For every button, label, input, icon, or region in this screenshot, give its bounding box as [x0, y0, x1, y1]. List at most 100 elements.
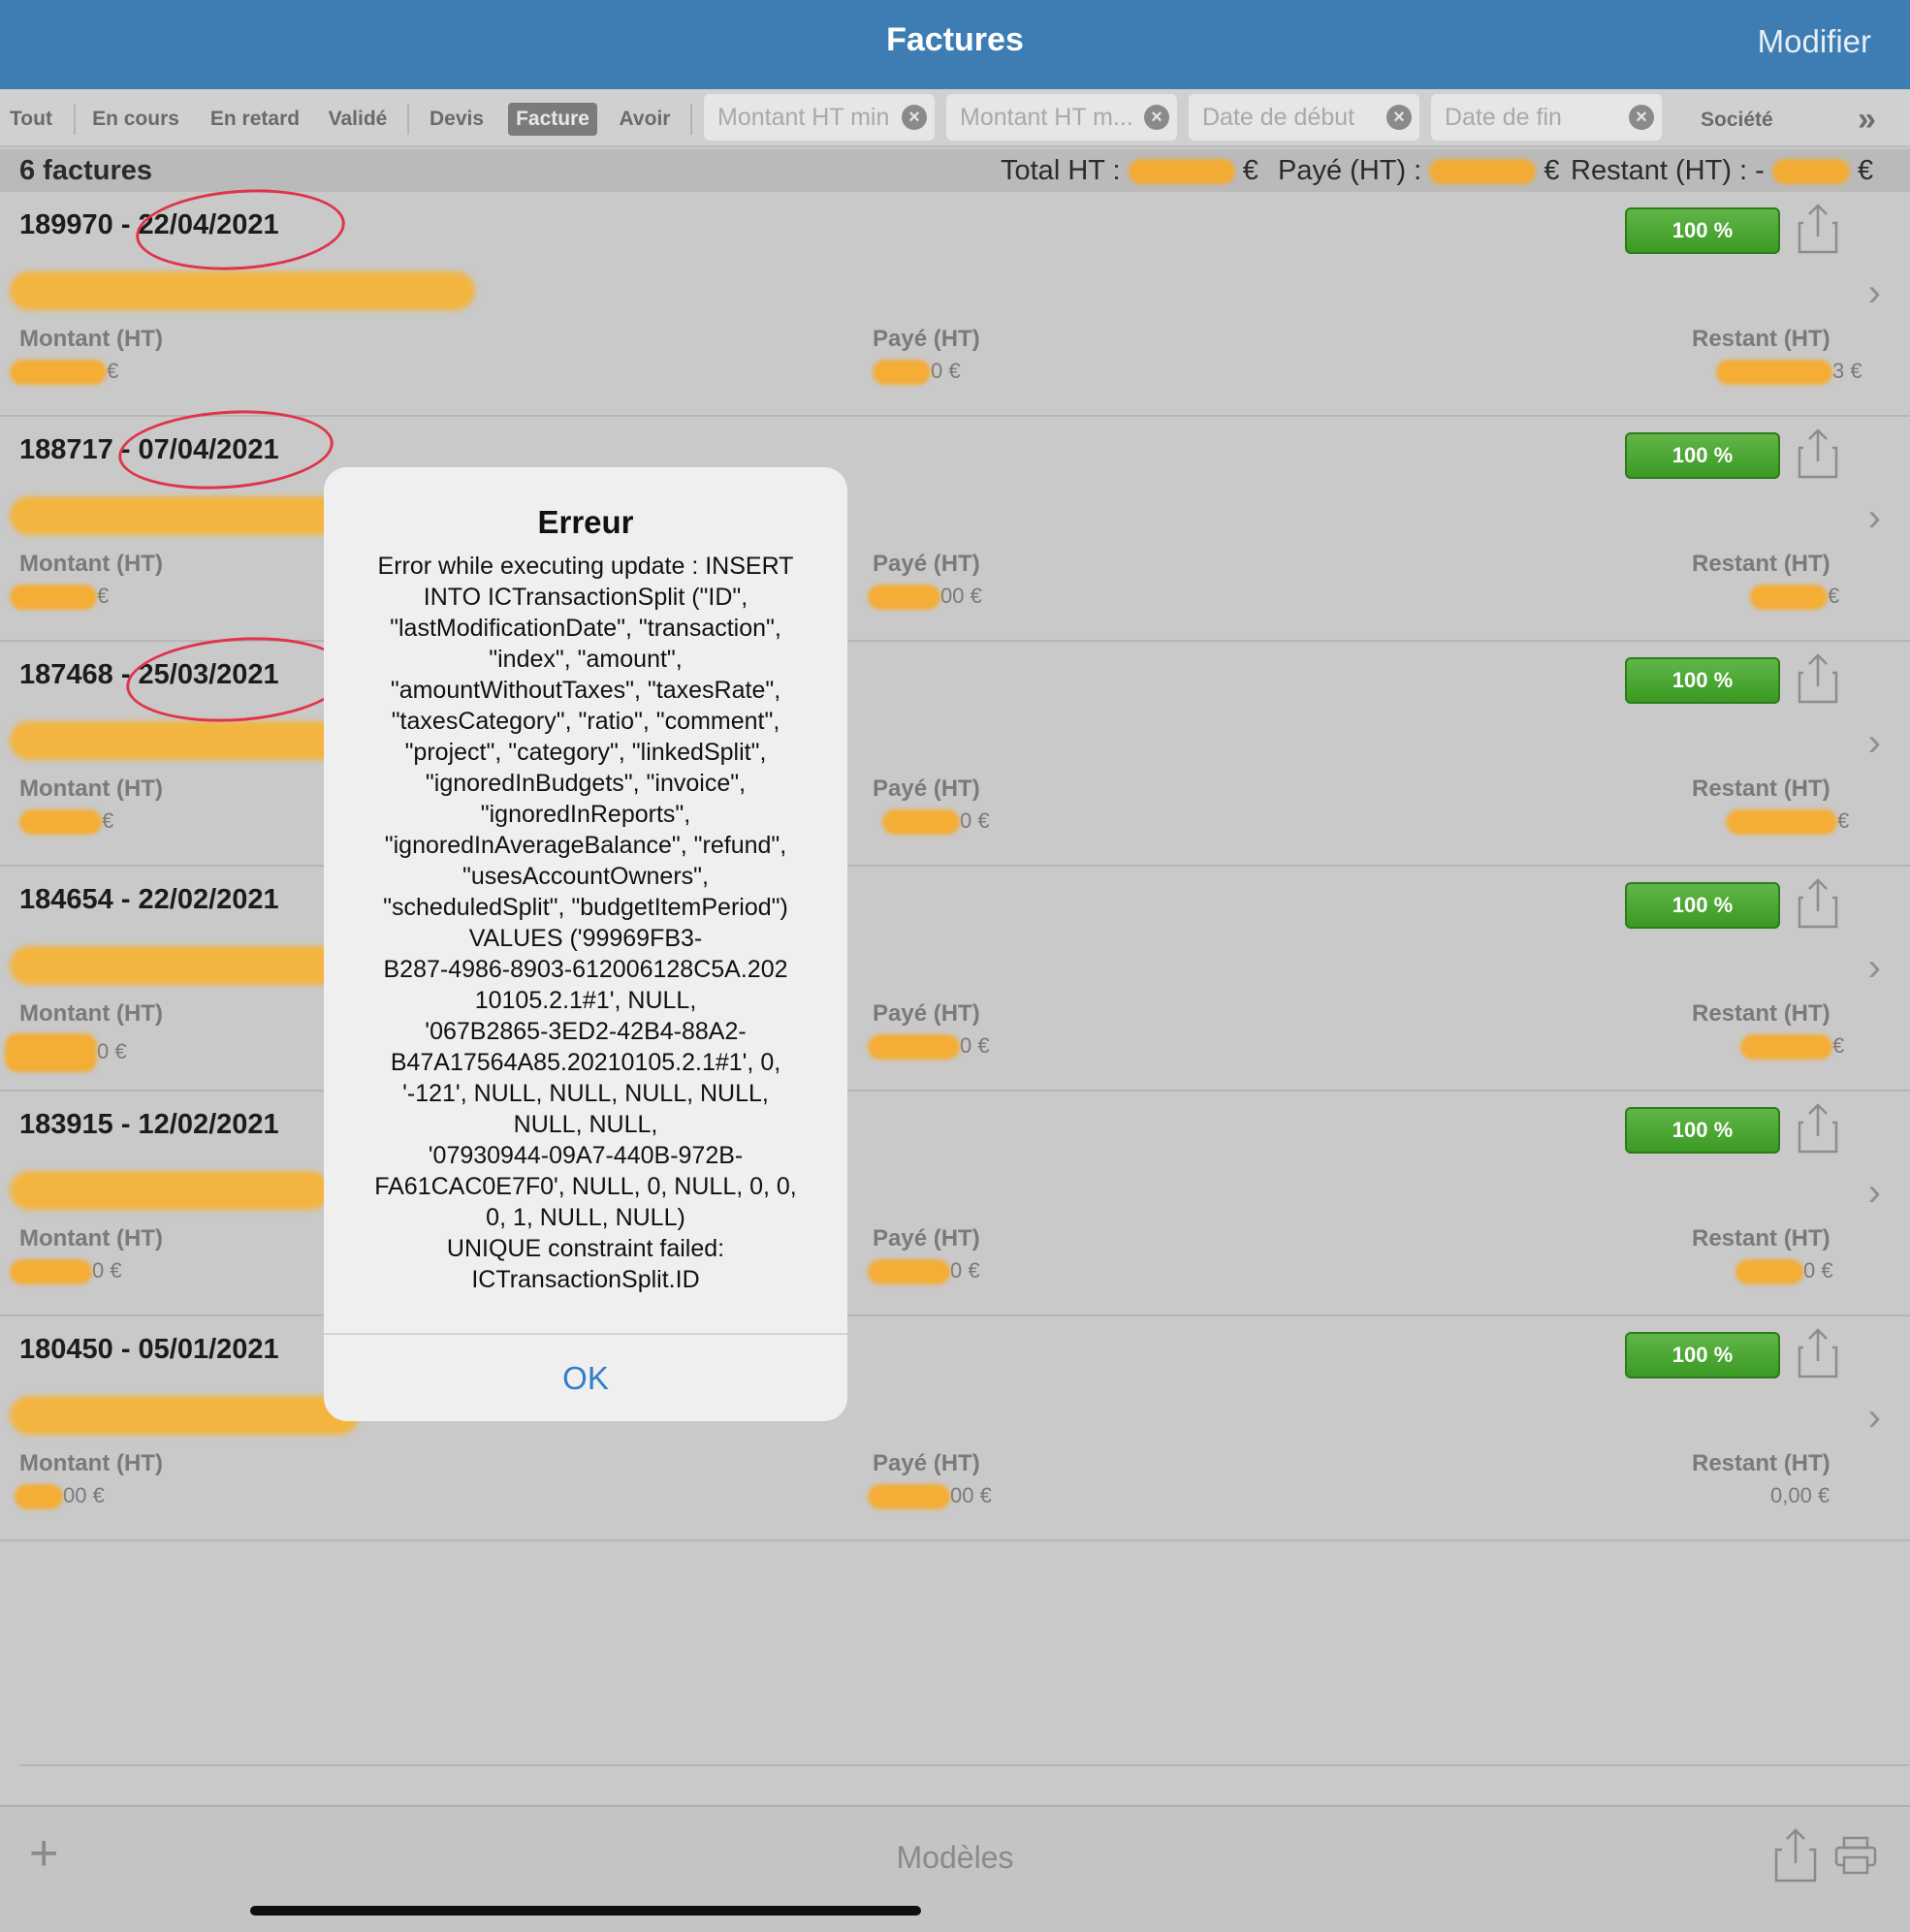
client-redaction: [10, 1171, 330, 1210]
paid-label: Payé (HT) :: [1278, 155, 1422, 186]
paid-value: 0 €: [950, 1258, 980, 1283]
redaction: [1726, 809, 1837, 836]
clear-icon[interactable]: ×: [902, 105, 927, 130]
filter-tab-invoice[interactable]: Facture: [508, 103, 597, 136]
divider: [690, 104, 692, 135]
home-indicator: [250, 1906, 921, 1916]
company-filter-button[interactable]: Société: [1701, 109, 1773, 132]
min-amount-field[interactable]: Montant HT min ×: [704, 94, 935, 141]
remaining-value: 3 €: [1832, 359, 1862, 383]
filter-tab-late[interactable]: En retard: [206, 103, 304, 136]
chevron-right-icon[interactable]: ›: [1868, 946, 1881, 990]
amount-label: Montant (HT): [19, 1225, 163, 1251]
redaction: [1750, 585, 1828, 611]
share-icon[interactable]: [1798, 1103, 1838, 1154]
redaction: [1128, 159, 1235, 185]
max-amount-field[interactable]: Montant HT m... ×: [946, 94, 1177, 141]
paid-value: 0 €: [931, 359, 961, 383]
share-icon[interactable]: [1798, 428, 1838, 479]
amount-label: Montant (HT): [19, 1450, 163, 1476]
divider: [19, 1764, 1910, 1766]
paid-value: 0 €: [960, 1033, 990, 1058]
filter-tab-validated[interactable]: Validé: [324, 103, 392, 136]
status-badge: 100 %: [1625, 882, 1780, 929]
print-icon[interactable]: [1834, 1836, 1877, 1875]
invoice-row[interactable]: 183915 - 12/02/2021 100 % › Montant (HT)…: [0, 1092, 1910, 1316]
chevron-right-icon[interactable]: ›: [1868, 271, 1881, 315]
filter-tab-in-progress[interactable]: En cours: [89, 103, 182, 136]
double-chevron-right-icon[interactable]: »: [1858, 101, 1876, 139]
start-date-field[interactable]: Date de début ×: [1189, 94, 1419, 141]
remaining-label: Restant (HT): [1692, 1000, 1830, 1027]
chevron-right-icon[interactable]: ›: [1868, 1396, 1881, 1440]
chevron-right-icon[interactable]: ›: [1868, 1171, 1881, 1215]
alert-message: Error while executing update : INSERT IN…: [374, 553, 797, 1293]
chevron-right-icon[interactable]: ›: [1868, 496, 1881, 540]
redaction: [1716, 360, 1832, 386]
end-date-field[interactable]: Date de fin ×: [1431, 94, 1662, 141]
redaction: [10, 1259, 92, 1285]
paid-value: 0 €: [960, 808, 990, 833]
paid-label: Payé (HT): [873, 1450, 980, 1476]
share-icon[interactable]: [1798, 1328, 1838, 1378]
clear-icon[interactable]: ×: [1386, 105, 1412, 130]
redaction: [1740, 1034, 1832, 1061]
filter-tab-credit-note[interactable]: Avoir: [611, 103, 679, 136]
share-icon[interactable]: [1798, 878, 1838, 929]
redaction: [15, 1484, 63, 1510]
remaining-value: 0,00 €: [1770, 1483, 1830, 1507]
total-ht: Total HT : €: [1001, 155, 1258, 187]
invoice-row[interactable]: 180450 - 05/01/2021 100 % › Montant (HT)…: [0, 1316, 1910, 1541]
client-redaction: [10, 721, 359, 760]
status-badge: 100 %: [1625, 657, 1780, 704]
clear-icon[interactable]: ×: [1629, 105, 1654, 130]
redaction: [868, 1259, 950, 1285]
clear-icon[interactable]: ×: [1144, 105, 1169, 130]
filter-tab-quote[interactable]: Devis: [423, 103, 491, 136]
client-redaction: [10, 1396, 359, 1435]
edit-button[interactable]: Modifier: [1758, 23, 1871, 60]
share-icon[interactable]: [1798, 204, 1838, 254]
redaction: [5, 1033, 97, 1072]
models-button[interactable]: Modèles: [0, 1840, 1910, 1876]
share-icon[interactable]: [1798, 653, 1838, 704]
remaining-value: €: [1832, 1033, 1845, 1058]
paid-currency: €: [1544, 155, 1560, 186]
divider: [74, 104, 76, 135]
redaction: [868, 585, 940, 611]
total-label: Total HT :: [1001, 155, 1121, 186]
share-icon[interactable]: [1774, 1828, 1817, 1883]
ok-button[interactable]: OK: [324, 1335, 847, 1421]
remaining-ht: Restant (HT) : - €: [1571, 155, 1873, 187]
paid-value: 00 €: [950, 1483, 992, 1507]
status-badge: 100 %: [1625, 1107, 1780, 1154]
redaction: [1735, 1259, 1803, 1285]
redaction: [10, 360, 107, 386]
start-date-placeholder: Date de début: [1202, 104, 1355, 131]
amount-value: 0 €: [97, 1038, 127, 1063]
remaining-value: €: [1837, 808, 1850, 833]
invoice-count: 6 factures: [19, 155, 153, 186]
paid-label: Payé (HT): [873, 551, 980, 577]
chevron-right-icon[interactable]: ›: [1868, 721, 1881, 765]
redaction: [868, 1034, 960, 1061]
filter-tab-all[interactable]: Tout: [4, 103, 58, 136]
redaction: [868, 1484, 950, 1510]
amount-label: Montant (HT): [19, 776, 163, 802]
amount-value: €: [102, 808, 114, 833]
client-redaction: [10, 271, 475, 310]
paid-label: Payé (HT): [873, 1225, 980, 1251]
redaction: [10, 585, 97, 611]
remaining-label: Restant (HT): [1692, 1225, 1830, 1251]
remaining-currency: €: [1857, 155, 1874, 186]
amount-value: €: [107, 359, 119, 383]
total-currency: €: [1242, 155, 1258, 186]
paid-label: Payé (HT): [873, 326, 980, 352]
redaction: [882, 809, 960, 836]
redaction: [873, 360, 931, 386]
amount-value: 00 €: [63, 1483, 105, 1507]
max-amount-placeholder: Montant HT m...: [960, 104, 1133, 131]
alert-title: Erreur: [537, 504, 634, 540]
remaining-label: Restant (HT): [1692, 551, 1830, 577]
invoice-row[interactable]: 184654 - 22/02/2021 100 % › Montant (HT)…: [0, 867, 1910, 1092]
